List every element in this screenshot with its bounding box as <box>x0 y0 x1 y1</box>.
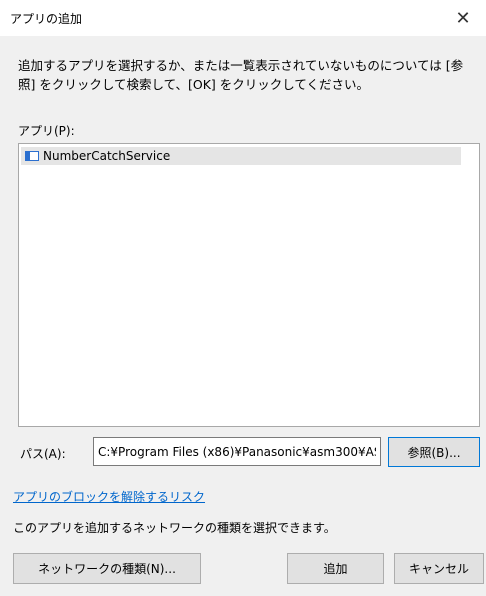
list-item-label: NumberCatchService <box>43 149 171 163</box>
network-info-text: このアプリを追加するネットワークの種類を選択できます。 <box>13 521 336 535</box>
title-bar: アプリの追加 ✕ <box>0 0 486 36</box>
list-item[interactable]: NumberCatchService <box>21 147 461 165</box>
app-list-label: アプリ(P): <box>18 124 75 138</box>
close-icon: ✕ <box>455 7 471 29</box>
instruction-text: 追加するアプリを選択するか、または一覧表示されていないものについては [参照] … <box>18 58 464 92</box>
add-app-dialog: アプリの追加 ✕ 追加するアプリを選択するか、または一覧表示されていないものにつ… <box>0 0 486 596</box>
app-list[interactable]: NumberCatchService <box>18 143 480 427</box>
browse-button[interactable]: 参照(B)... <box>388 437 480 467</box>
path-input[interactable] <box>93 437 381 466</box>
close-button[interactable]: ✕ <box>440 0 486 36</box>
add-button[interactable]: 追加 <box>287 553 384 584</box>
dialog-title: アプリの追加 <box>10 12 83 26</box>
network-types-button[interactable]: ネットワークの種類(N)... <box>13 553 201 584</box>
path-label: パス(A): <box>20 447 66 461</box>
application-window-icon <box>25 151 39 161</box>
unblock-risk-link[interactable]: アプリのブロックを解除するリスク <box>13 488 205 505</box>
cancel-button[interactable]: キャンセル <box>394 553 484 584</box>
